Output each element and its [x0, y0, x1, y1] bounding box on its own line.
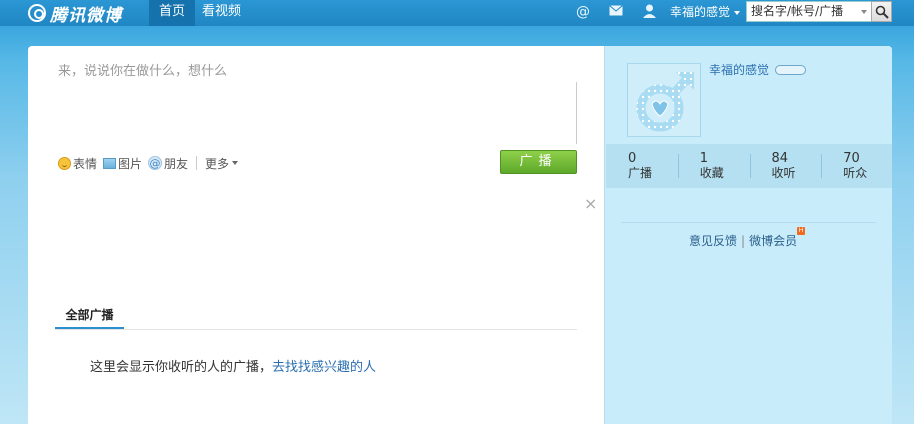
- tab-all-broadcasts[interactable]: 全部广播: [55, 302, 124, 330]
- sidebar-divider: [621, 222, 876, 223]
- sidebar-links: 意见反馈 | 微博会员: [689, 232, 797, 249]
- mention-label: 朋友: [164, 156, 189, 171]
- main-panel: 来，说说你在做什么，想什么 表情 图片 @ 朋友 更多 广播 × 全部广播 这里…: [28, 46, 892, 424]
- emoji-label: 表情: [73, 156, 98, 171]
- user-menu[interactable]: 幸福的感觉: [670, 0, 740, 24]
- stat-num: 0: [628, 151, 637, 166]
- stat-num: 70: [843, 151, 860, 166]
- more-label: 更多: [205, 156, 230, 171]
- at-icon: @: [148, 156, 163, 170]
- stat-label: 收听: [771, 166, 796, 180]
- stat-label: 广播: [628, 166, 653, 180]
- more-button[interactable]: 更多: [205, 155, 239, 172]
- feedback-link[interactable]: 意见反馈: [689, 232, 737, 249]
- compose-border: [575, 82, 577, 144]
- stat-num: 84: [771, 151, 789, 166]
- search-input[interactable]: 搜名字/帐号/广播: [746, 1, 872, 22]
- logo[interactable]: 腾讯微博: [28, 2, 122, 26]
- stat-broadcasts[interactable]: 0 广播: [606, 144, 678, 188]
- picture-button[interactable]: 图片: [103, 155, 142, 172]
- compose-placeholder: 来，说说你在做什么，想什么: [58, 64, 228, 79]
- chevron-down-icon: [232, 161, 239, 165]
- profile-stats: 0 广播 1 收藏 84 收听 70 听众: [606, 144, 892, 188]
- hot-badge: H: [797, 227, 805, 235]
- mail-icon[interactable]: [608, 4, 624, 20]
- stat-following[interactable]: 84 收听: [749, 144, 822, 188]
- nav-tab-home[interactable]: 首页: [149, 0, 196, 26]
- toolbar-divider: [196, 156, 198, 170]
- search-icon: [875, 5, 889, 19]
- feed-empty-message: 这里会显示你收听的人的广播，去找找感兴趣的人: [90, 356, 376, 375]
- picture-label: 图片: [118, 156, 143, 171]
- stat-followers[interactable]: 70 听众: [821, 144, 892, 188]
- compose-toolbar: 表情 图片 @ 朋友 更多: [58, 154, 244, 172]
- broadcast-button[interactable]: 广播: [500, 150, 577, 174]
- at-icon[interactable]: @: [575, 4, 591, 20]
- emoji-icon: [58, 156, 71, 170]
- stat-favorites[interactable]: 1 收藏: [677, 144, 750, 188]
- compose-textarea[interactable]: 来，说说你在做什么，想什么: [58, 60, 578, 146]
- user-icon[interactable]: [641, 4, 657, 20]
- membership-link[interactable]: 微博会员: [749, 232, 797, 249]
- search-placeholder: 搜名字/帐号/广播: [751, 4, 844, 18]
- stat-label: 收藏: [699, 166, 724, 180]
- emoji-button[interactable]: 表情: [58, 155, 97, 172]
- link-separator: |: [741, 233, 746, 248]
- username: 幸福的感觉: [670, 5, 731, 19]
- feed-divider: [55, 329, 577, 330]
- find-people-link[interactable]: 去找找感兴趣的人: [272, 360, 376, 375]
- vip-badge-icon[interactable]: [775, 65, 806, 75]
- avatar[interactable]: [627, 63, 701, 137]
- chevron-down-icon: [733, 10, 740, 15]
- profile-sidebar: 幸福的感觉 0 广播 1 收藏 84 收听 70 听众 意见反馈 | 微博会员 …: [604, 46, 892, 424]
- nav-tab-video[interactable]: 看视频: [192, 0, 251, 26]
- close-icon[interactable]: ×: [584, 194, 597, 213]
- profile-name[interactable]: 幸福的感觉: [709, 61, 769, 78]
- logo-icon: [28, 4, 46, 22]
- search-dropdown-icon[interactable]: [861, 10, 867, 14]
- stat-num: 1: [699, 151, 709, 166]
- top-bar: 腾讯微博 首页 看视频 @ 幸福的感觉 搜名字/帐号/广播: [0, 0, 914, 26]
- logo-text: 腾讯微博: [50, 5, 122, 26]
- mention-button[interactable]: @ 朋友: [148, 155, 188, 172]
- male-symbol-icon: [636, 72, 694, 132]
- picture-icon: [103, 157, 117, 169]
- stat-label: 听众: [843, 166, 868, 180]
- feed-empty-text: 这里会显示你收听的人的广播，: [90, 360, 273, 375]
- search-button[interactable]: [871, 1, 892, 22]
